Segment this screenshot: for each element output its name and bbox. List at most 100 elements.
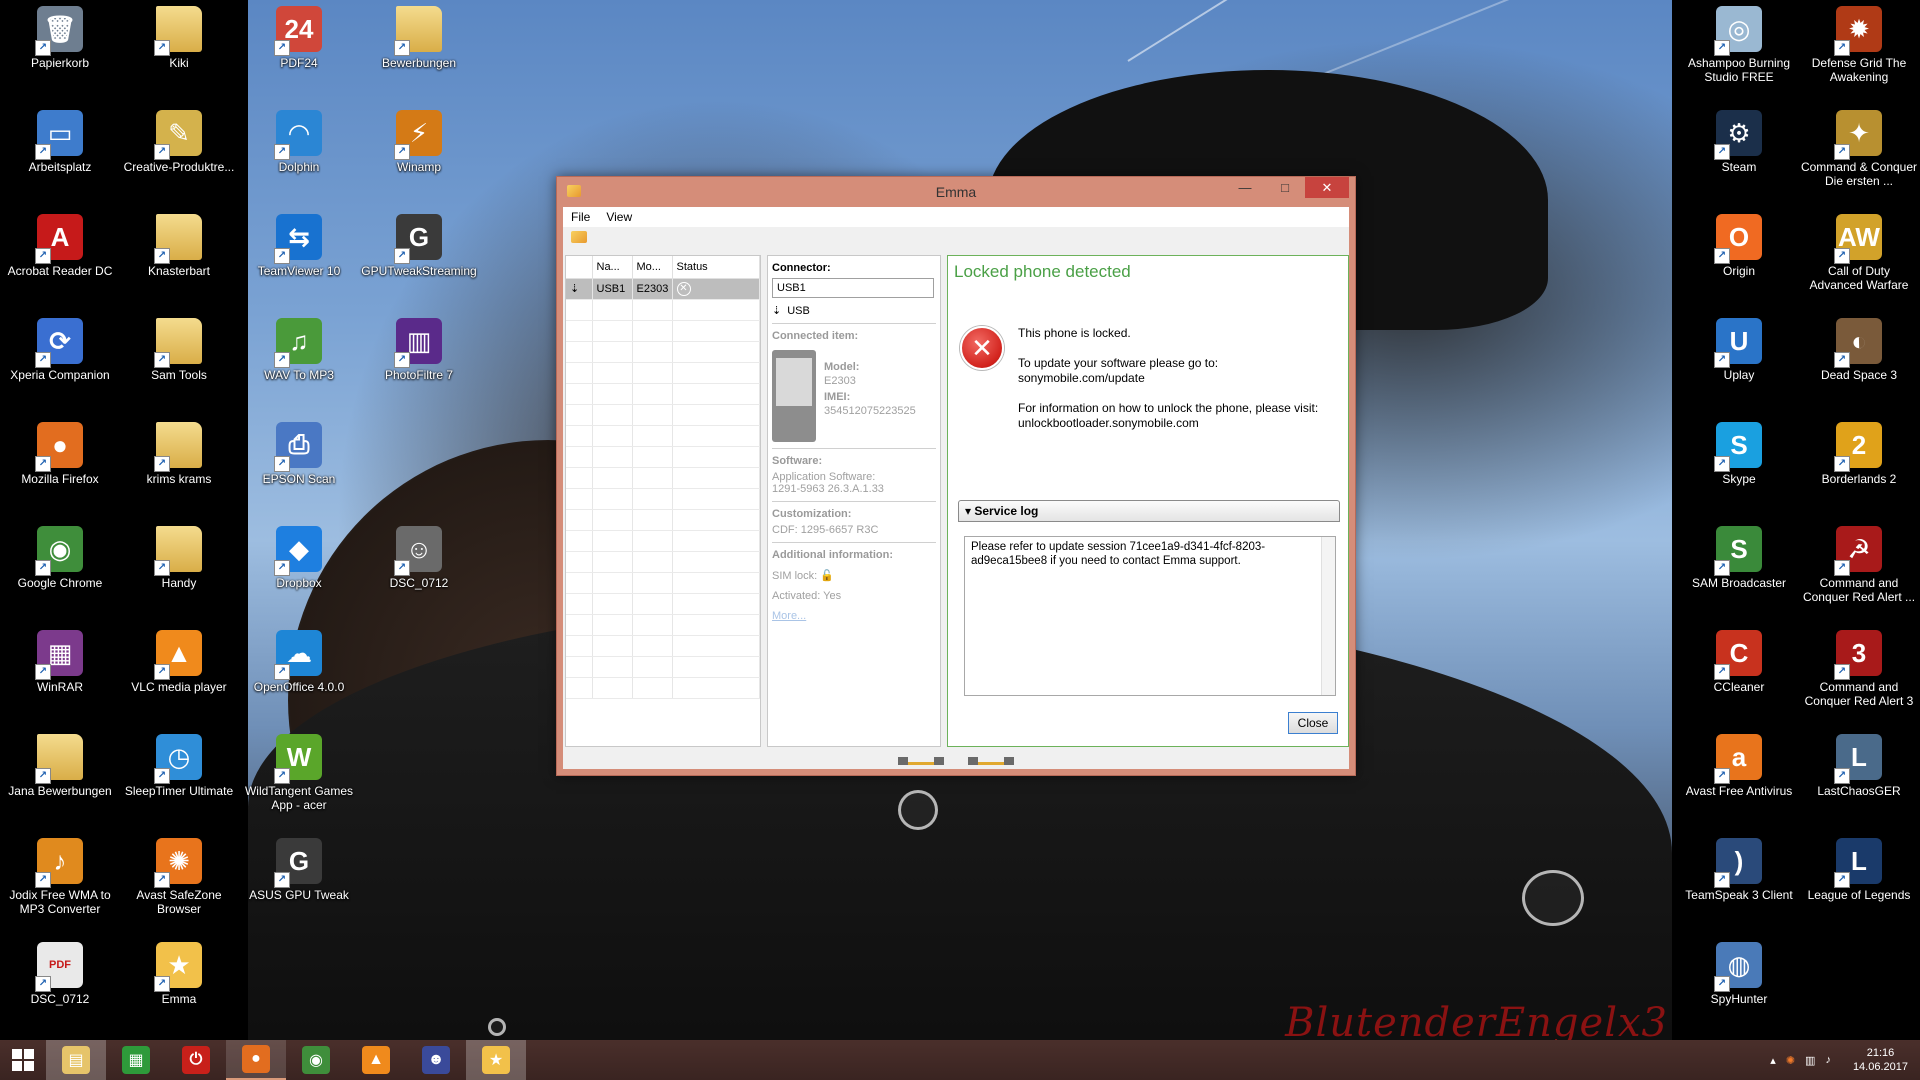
desktop-icon[interactable]: CCCleaner: [1680, 630, 1798, 728]
table-row-empty: [566, 320, 760, 342]
desktop-icon[interactable]: ▭Arbeitsplatz: [1, 110, 119, 208]
table-row-empty: [566, 488, 760, 510]
desktop-icon[interactable]: ⎙EPSON Scan: [240, 422, 358, 520]
more-link[interactable]: More...: [772, 610, 936, 622]
service-log-text: Please refer to update session 71cee1a9-…: [971, 541, 1266, 567]
column-header-status[interactable]: Status: [672, 256, 760, 279]
unlock-url: unlockbootloader.sonymobile.com: [1018, 416, 1199, 430]
connected-item-block: Model: E2303 IMEI: 354512075223525: [772, 350, 936, 442]
desktop-icon[interactable]: Jana Bewerbungen: [1, 734, 119, 832]
desktop-icon[interactable]: ▥PhotoFiltre 7: [360, 318, 478, 416]
desktop-icon[interactable]: 3Command and Conquer Red Alert 3: [1800, 630, 1918, 728]
taskbar-file-explorer[interactable]: ▤: [46, 1040, 106, 1080]
desktop-icon[interactable]: ◎Ashampoo Burning Studio FREE: [1680, 6, 1798, 104]
desktop-icon[interactable]: ▦WinRAR: [1, 630, 119, 728]
desktop-icon[interactable]: Bewerbungen: [360, 6, 478, 104]
borderlands-icon: 2: [1834, 422, 1882, 472]
desktop-icon[interactable]: ☺DSC_0712: [360, 526, 478, 624]
taskbar-emma[interactable]: ★: [466, 1040, 526, 1080]
desktop-icon[interactable]: 2Borderlands 2: [1800, 422, 1918, 520]
desktop-icon[interactable]: UUplay: [1680, 318, 1798, 416]
table-row[interactable]: ⇣ USB1 E2303 ✕: [566, 278, 760, 300]
desktop-icon[interactable]: ☁OpenOffice 4.0.0: [240, 630, 358, 728]
desktop-icon[interactable]: GASUS GPU Tweak: [240, 838, 358, 936]
desktop-icon[interactable]: SSAM Broadcaster: [1680, 526, 1798, 624]
connector-field[interactable]: [772, 278, 934, 298]
cnc-first-icon: ✦: [1834, 110, 1882, 160]
desktop-icon[interactable]: Knasterbart: [120, 214, 238, 312]
desktop-icon[interactable]: 24PDF24: [240, 6, 358, 104]
toolbar-emma-icon[interactable]: [571, 231, 587, 243]
close-button[interactable]: Close: [1288, 712, 1338, 734]
maximize-button[interactable]: □: [1271, 177, 1299, 198]
openoffice-icon: ☁: [274, 630, 322, 680]
desktop-icon[interactable]: ✦Command & Conquer Die ersten ...: [1800, 110, 1918, 208]
tray-volume-icon[interactable]: ♪: [1825, 1054, 1831, 1066]
desktop-icon[interactable]: Kiki: [120, 6, 238, 104]
desktop-icon[interactable]: )TeamSpeak 3 Client: [1680, 838, 1798, 936]
desktop-icon[interactable]: ★Emma: [120, 942, 238, 1040]
taskbar-chrome[interactable]: ◉: [286, 1040, 346, 1080]
desktop-icon[interactable]: Handy: [120, 526, 238, 624]
clock[interactable]: 21:16 14.06.2017: [1853, 1046, 1908, 1074]
desktop-icon[interactable]: WWildTangent Games App - acer: [240, 734, 358, 832]
desktop-icon[interactable]: ✹Defense Grid The Awakening: [1800, 6, 1918, 104]
close-window-button[interactable]: ✕: [1305, 177, 1349, 198]
power-icon: ⏻: [182, 1046, 210, 1074]
taskbar-firefox[interactable]: ●: [226, 1040, 286, 1080]
desktop-icon[interactable]: ⇆TeamViewer 10: [240, 214, 358, 312]
desktop-icon[interactable]: SSkype: [1680, 422, 1798, 520]
desktop-icon[interactable]: PDFDSC_0712: [1, 942, 119, 1040]
desktop-icon[interactable]: ◆Dropbox: [240, 526, 358, 624]
desktop-icon[interactable]: GGPUTweakStreaming: [360, 214, 478, 312]
desktop-icon[interactable]: ●Mozilla Firefox: [1, 422, 119, 520]
service-log-textarea[interactable]: Please refer to update session 71cee1a9-…: [964, 536, 1336, 696]
menu-view[interactable]: View: [606, 210, 632, 224]
taskbar-vlc[interactable]: ▲: [346, 1040, 406, 1080]
taskbar-sleeptimer[interactable]: ⏻: [166, 1040, 226, 1080]
desktop-icon[interactable]: AWCall of Duty Advanced Warfare: [1800, 214, 1918, 312]
desktop-icon[interactable]: LLeague of Legends: [1800, 838, 1918, 936]
desktop-icon[interactable]: ◐Dead Space 3: [1800, 318, 1918, 416]
desktop-icon[interactable]: ◠Dolphin: [240, 110, 358, 208]
desktop-icon[interactable]: 🗑Papierkorb: [1, 6, 119, 104]
device-list: Na... Mo... Status ⇣ USB1 E2303 ✕: [565, 255, 761, 747]
taskbar-game[interactable]: ☻: [406, 1040, 466, 1080]
start-button[interactable]: [0, 1040, 46, 1080]
model-label: Model:: [824, 361, 860, 373]
desktop-icon[interactable]: AAcrobat Reader DC: [1, 214, 119, 312]
tray-chevron-up-icon[interactable]: ▴: [1770, 1054, 1776, 1067]
desktop-icon[interactable]: ◉Google Chrome: [1, 526, 119, 624]
desktop-icon[interactable]: ⟳Xperia Companion: [1, 318, 119, 416]
desktop-icon-label: Ashampoo Burning Studio FREE: [1687, 56, 1791, 84]
desktop-icon[interactable]: ♫WAV To MP3: [240, 318, 358, 416]
desktop-icon[interactable]: ♪Jodix Free WMA to MP3 Converter: [1, 838, 119, 936]
tray-avast-icon[interactable]: ✺: [1786, 1054, 1795, 1067]
connection-cable-icon: [898, 757, 944, 765]
desktop-icon[interactable]: OOrigin: [1680, 214, 1798, 312]
desktop-icon[interactable]: ◷SleepTimer Ultimate: [120, 734, 238, 832]
desktop-icon[interactable]: krims krams: [120, 422, 238, 520]
desktop-icon[interactable]: aAvast Free Antivirus: [1680, 734, 1798, 832]
column-header-name[interactable]: Na...: [592, 256, 633, 279]
desktop-icon[interactable]: ✺Avast SafeZone Browser: [120, 838, 238, 936]
desktop-icon[interactable]: ◍SpyHunter: [1680, 942, 1798, 1040]
desktop-icon[interactable]: ⚙Steam: [1680, 110, 1798, 208]
column-header-select[interactable]: [566, 256, 593, 279]
desktop-icon[interactable]: ⚡Winamp: [360, 110, 478, 208]
desktop-icon[interactable]: ☭Command and Conquer Red Alert ...: [1800, 526, 1918, 624]
origin-icon: O: [1714, 214, 1762, 264]
desktop-icon[interactable]: Sam Tools: [120, 318, 238, 416]
desktop-icon[interactable]: ▲VLC media player: [120, 630, 238, 728]
desktop-icon[interactable]: ✎Creative-Produktre...: [120, 110, 238, 208]
photofiltre-icon: ▥: [394, 318, 442, 368]
taskbar-store[interactable]: ▦: [106, 1040, 166, 1080]
title-bar[interactable]: Emma — □ ✕: [557, 177, 1355, 207]
minimize-button[interactable]: —: [1231, 177, 1259, 198]
service-log-toggle[interactable]: ▾ Service log: [958, 500, 1340, 522]
menu-file[interactable]: File: [571, 210, 590, 224]
tray-network-icon[interactable]: ▥: [1805, 1054, 1815, 1067]
service-log-scrollbar[interactable]: [1321, 537, 1335, 695]
column-header-model[interactable]: Mo...: [632, 256, 673, 279]
desktop-icon[interactable]: LLastChaosGER: [1800, 734, 1918, 832]
